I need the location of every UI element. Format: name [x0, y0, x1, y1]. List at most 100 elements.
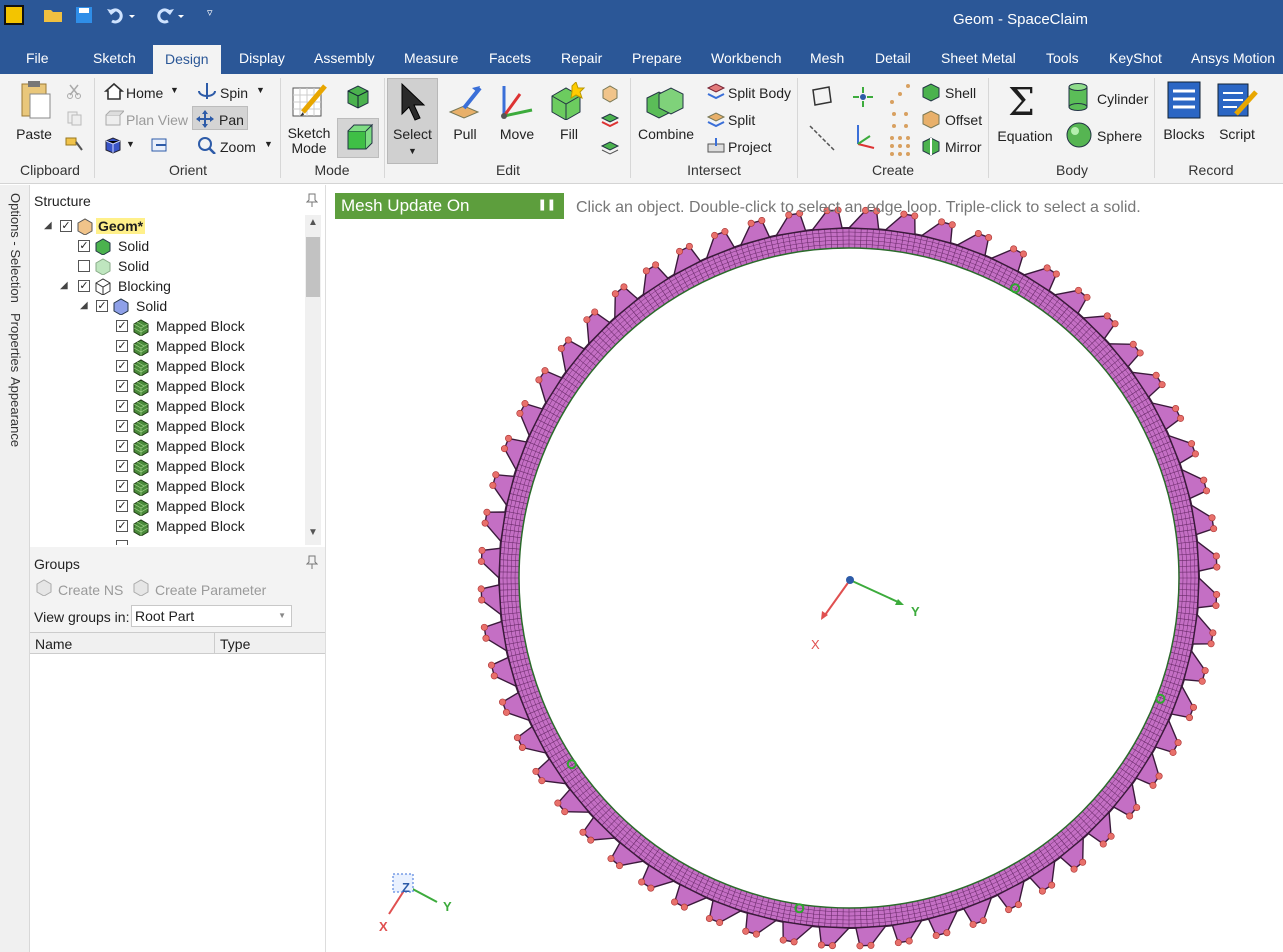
shell-button[interactable]: Shell: [945, 85, 976, 101]
fill-icon[interactable]: [548, 82, 588, 120]
project-button[interactable]: Project: [728, 139, 772, 155]
fill-button[interactable]: Fill: [548, 126, 590, 142]
view-cube-dropdown-icon[interactable]: ▼: [126, 139, 135, 149]
paste-button[interactable]: Paste: [14, 126, 54, 142]
view-cube-icon[interactable]: [104, 136, 122, 154]
tree-item-mapped-block[interactable]: ✓ Mapped Block: [116, 477, 296, 497]
tree-item-blocking[interactable]: ◢ ✓ Blocking: [60, 277, 260, 297]
edit-tool-1-icon[interactable]: [600, 84, 620, 104]
pin-icon[interactable]: [306, 193, 318, 207]
select-dropdown-icon[interactable]: ▼: [408, 146, 417, 156]
project-icon[interactable]: [706, 136, 726, 156]
cut-icon[interactable]: [66, 83, 82, 99]
zoom-button[interactable]: Zoom: [220, 139, 256, 155]
checkbox[interactable]: ✓: [116, 500, 128, 512]
checkbox[interactable]: ✓: [116, 320, 128, 332]
tab-facets[interactable]: Facets: [489, 50, 531, 66]
pan-icon[interactable]: [196, 110, 214, 128]
tab-design[interactable]: Design: [153, 45, 221, 76]
home-button[interactable]: Home: [126, 85, 163, 101]
split-body-button[interactable]: Split Body: [728, 85, 791, 101]
snap-view-icon[interactable]: [150, 136, 172, 154]
sphere-button[interactable]: Sphere: [1097, 128, 1142, 144]
tab-workbench[interactable]: Workbench: [711, 50, 782, 66]
checkbox[interactable]: ✓: [116, 360, 128, 372]
tab-tools[interactable]: Tools: [1046, 50, 1079, 66]
create-parameter-button[interactable]: Create Parameter: [155, 582, 266, 598]
view-groups-select[interactable]: Root Part ▼: [131, 605, 292, 627]
tab-repair[interactable]: Repair: [561, 50, 602, 66]
checkbox[interactable]: ✓: [116, 480, 128, 492]
redo-icon[interactable]: [150, 5, 186, 27]
create-ns-button[interactable]: Create NS: [58, 582, 123, 598]
tree-item-geom[interactable]: ◢ ✓ Geom*: [44, 217, 244, 237]
spin-dropdown-icon[interactable]: ▼: [256, 85, 265, 95]
collapse-icon[interactable]: ◢: [60, 280, 68, 291]
combine-button[interactable]: Combine: [634, 126, 698, 142]
tab-keyshot[interactable]: KeyShot: [1109, 50, 1162, 66]
scroll-down-icon[interactable]: ▼: [308, 527, 318, 538]
undo-icon[interactable]: [105, 5, 135, 27]
tab-detail[interactable]: Detail: [875, 50, 911, 66]
checkbox[interactable]: ✓: [116, 400, 128, 412]
collapse-icon[interactable]: ◢: [44, 220, 52, 231]
pin-icon[interactable]: [306, 555, 318, 569]
tab-file[interactable]: File: [26, 50, 49, 66]
sigma-icon[interactable]: Σ: [1008, 80, 1035, 124]
checkbox[interactable]: ✓: [116, 460, 128, 472]
tree-item-mapped-block[interactable]: ✓ Mapped Block: [116, 497, 296, 517]
section-mode-icon[interactable]: [344, 83, 372, 111]
zoom-icon[interactable]: [197, 136, 217, 154]
side-tab-properties[interactable]: Properties: [8, 313, 23, 372]
tree-item-mapped-block[interactable]: ✓ Mapped Block: [116, 517, 296, 537]
shell-icon[interactable]: [920, 82, 942, 102]
sphere-icon[interactable]: [1066, 122, 1092, 148]
pull-button[interactable]: Pull: [444, 126, 486, 142]
collapse-icon[interactable]: ◢: [80, 300, 88, 311]
tab-prepare[interactable]: Prepare: [632, 50, 682, 66]
3d-viewport[interactable]: X Y Z Y X: [333, 190, 1283, 952]
offset-icon[interactable]: [920, 109, 942, 129]
sketch-mode-button[interactable]: Sketch Mode: [286, 126, 332, 156]
home-icon[interactable]: [104, 82, 124, 100]
column-header-type[interactable]: Type: [220, 636, 250, 652]
zoom-dropdown-icon[interactable]: ▼: [264, 139, 273, 149]
axis-icon[interactable]: [850, 122, 876, 150]
tab-ansys-motion[interactable]: Ansys Motion: [1191, 50, 1275, 66]
checkbox[interactable]: [78, 260, 90, 272]
side-tab-options-selection[interactable]: Options - Selection: [8, 193, 23, 303]
pan-button[interactable]: Pan: [219, 112, 244, 128]
checkbox[interactable]: ✓: [96, 300, 108, 312]
mirror-icon[interactable]: [920, 136, 942, 156]
checkbox[interactable]: ✓: [78, 280, 90, 292]
spin-button[interactable]: Spin: [220, 85, 248, 101]
pull-icon[interactable]: [446, 82, 484, 120]
tree-item-mapped-block[interactable]: ✓ Mapped Block: [116, 357, 296, 377]
tab-mesh[interactable]: Mesh: [810, 50, 844, 66]
point-icon[interactable]: [852, 86, 874, 108]
cylinder-icon[interactable]: [1067, 82, 1089, 112]
blocks-button[interactable]: Blocks: [1160, 126, 1208, 142]
edit-tool-2-icon[interactable]: [600, 110, 620, 130]
format-painter-icon[interactable]: [64, 136, 84, 154]
tree-item-solid-hidden[interactable]: Solid: [78, 257, 278, 277]
column-header-name[interactable]: Name: [35, 636, 72, 652]
equation-button[interactable]: Equation: [994, 128, 1056, 144]
tree-item-blocking-solid[interactable]: ◢ ✓ Solid: [80, 297, 280, 317]
pause-icon[interactable]: ❚❚: [538, 198, 556, 211]
create-parameter-icon[interactable]: [132, 578, 150, 596]
scroll-up-icon[interactable]: ▲: [308, 217, 318, 228]
tab-assembly[interactable]: Assembly: [314, 50, 375, 66]
plan-view-button[interactable]: Plan View: [126, 112, 188, 128]
dot-pattern-2-icon[interactable]: [888, 108, 912, 132]
tree-item-mapped-block[interactable]: ✓ Mapped Block: [116, 337, 296, 357]
save-icon[interactable]: [74, 5, 94, 27]
spin-icon[interactable]: [196, 82, 218, 100]
copy-icon[interactable]: [66, 110, 82, 126]
move-button[interactable]: Move: [496, 126, 538, 142]
tree-item-mapped-block[interactable]: ✓ Mapped Block: [116, 397, 296, 417]
tree-item-mapped-block[interactable]: ✓ Mapped Block: [116, 457, 296, 477]
checkbox[interactable]: ✓: [116, 380, 128, 392]
edit-tool-3-icon[interactable]: [600, 136, 620, 156]
split-body-icon[interactable]: [706, 82, 726, 102]
